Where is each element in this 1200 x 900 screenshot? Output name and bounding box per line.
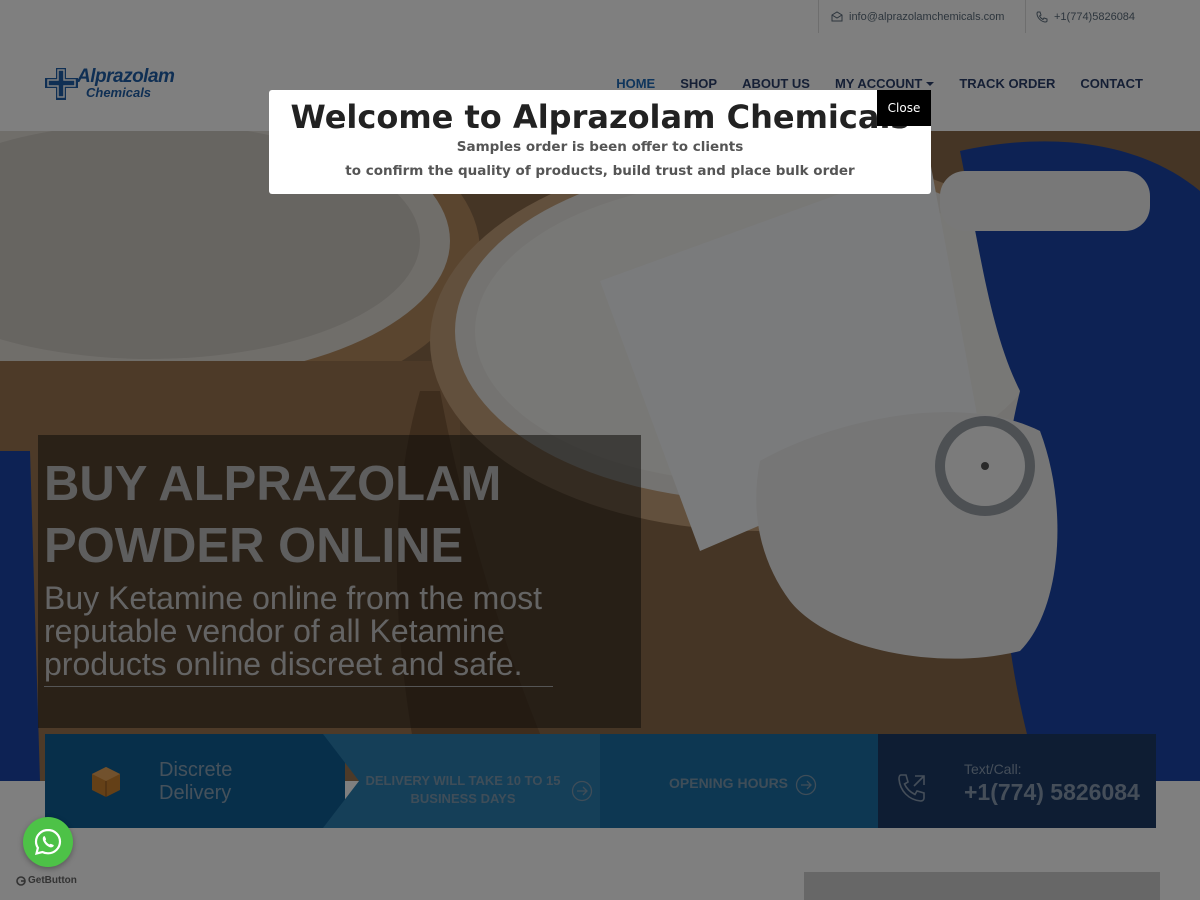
modal-text-line1: Samples order is been offer to clients [456,139,744,155]
modal-text-line2: to confirm the quality of products, buil… [345,163,855,179]
getbutton-logo-icon [16,875,26,886]
close-button[interactable]: Close [877,90,931,126]
getbutton-credit[interactable]: GetButton [16,875,77,886]
modal-title: Welcome to Alprazolam Chemicals [290,98,910,136]
getbutton-text: GetButton [28,875,77,886]
whatsapp-button[interactable] [23,817,73,867]
welcome-modal: Welcome to Alprazolam Chemicals Samples … [269,90,931,194]
whatsapp-icon [34,828,62,856]
